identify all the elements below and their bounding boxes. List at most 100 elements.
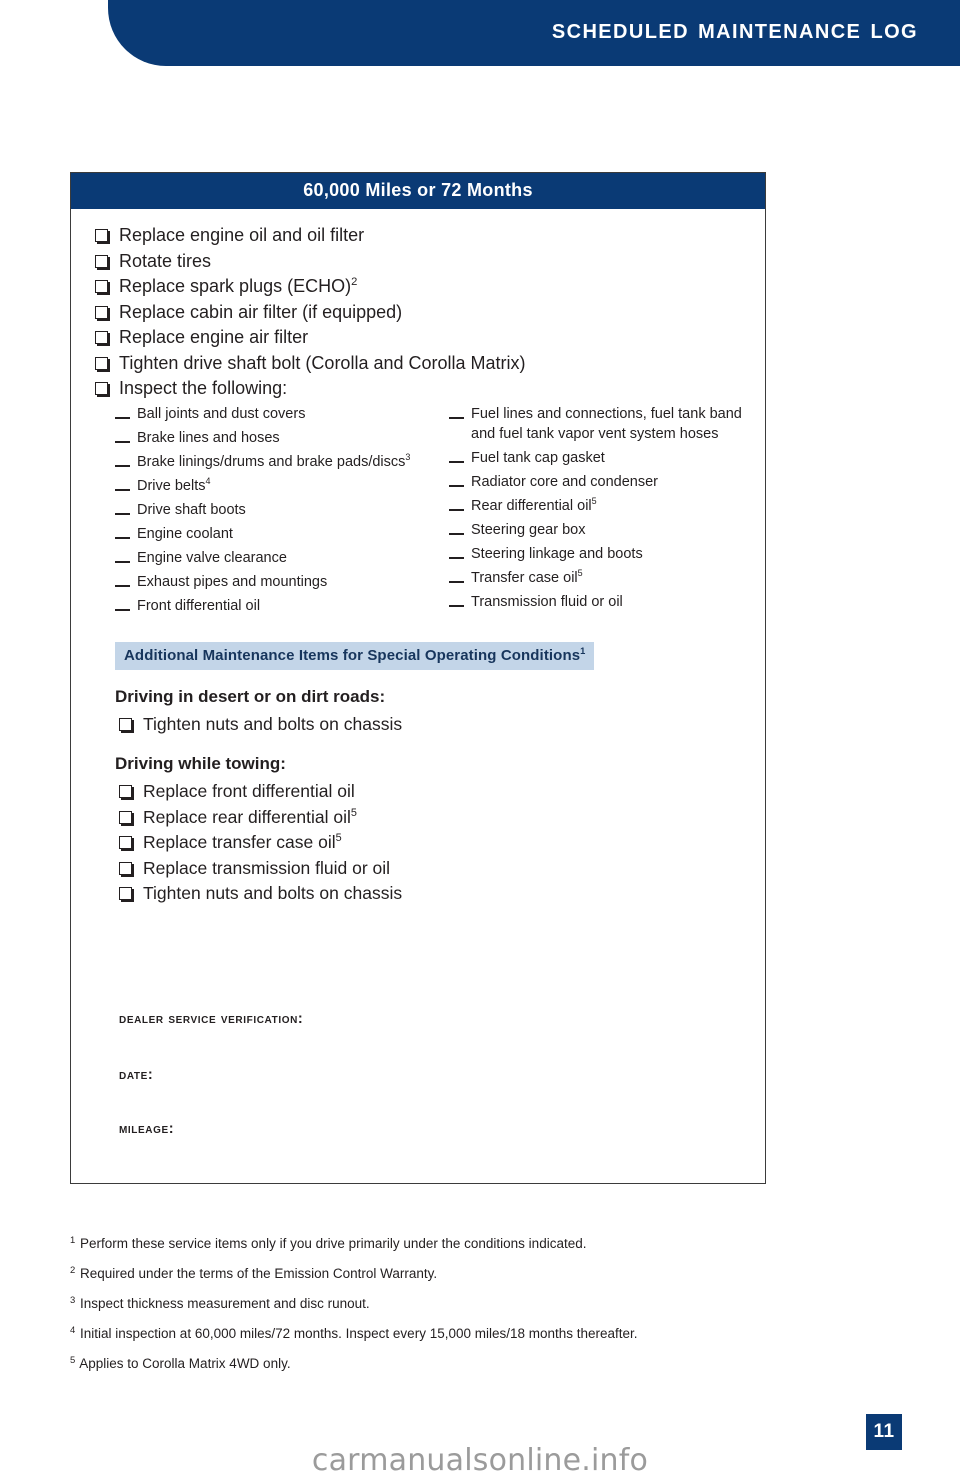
maintenance-item-label: Replace spark plugs (ECHO)	[119, 276, 352, 296]
checkbox-icon[interactable]	[95, 382, 108, 395]
footnote-ref: 3	[405, 452, 411, 463]
list-item[interactable]: Ball joints and dust covers	[115, 404, 431, 424]
blank-write-line[interactable]	[115, 465, 130, 467]
list-item[interactable]: Brake lines and hoses	[115, 428, 431, 448]
maintenance-box-body: Replace engine oil and oil filter Rotate …	[71, 209, 765, 906]
list-item[interactable]: Replace transmission fluid or oil	[117, 856, 747, 881]
inspect-item-label: Rear differential oil	[471, 498, 592, 514]
footnote-text: Perform these service items only if you …	[76, 1236, 587, 1251]
blank-write-line[interactable]	[115, 537, 130, 539]
checkbox-icon[interactable]	[95, 229, 108, 242]
footnote: 1 Perform these service items only if yo…	[70, 1235, 870, 1252]
list-item[interactable]: Inspect the following:	[93, 376, 747, 401]
blank-write-line[interactable]	[115, 561, 130, 563]
blank-write-line[interactable]	[115, 489, 130, 491]
maintenance-item-label: Replace engine air filter	[119, 327, 309, 347]
blank-write-line[interactable]	[115, 585, 130, 587]
checkbox-icon[interactable]	[119, 718, 132, 731]
maintenance-item-label: Rotate tires	[119, 250, 212, 271]
list-item[interactable]: Tighten nuts and bolts on chassis	[117, 881, 747, 906]
checkbox-icon[interactable]	[95, 305, 108, 319]
checkbox-icon[interactable]	[95, 254, 108, 268]
towing-checklist: Replace front differential oil Replace re…	[117, 779, 747, 906]
blank-write-line[interactable]	[449, 417, 464, 419]
maintenance-item-label: Tighten drive shaft bolt (Corolla and Co…	[119, 352, 526, 373]
list-item[interactable]: Engine coolant	[115, 524, 431, 544]
site-watermark: carmanualsonline.info	[311, 1443, 649, 1478]
maintenance-item-label: Replace engine oil and oil filter	[119, 225, 365, 245]
towing-item-label: Replace rear differential oil	[143, 806, 351, 827]
footnote-text: Initial inspection at 60,000 miles/72 mo…	[76, 1326, 638, 1341]
dealer-verification-block: Dealer Service Verification: Date: Milea…	[119, 1011, 303, 1137]
inspect-item-label: Steering gear box	[471, 522, 586, 538]
maintenance-item-label: Inspect the following:	[119, 378, 288, 398]
blank-write-line[interactable]	[449, 605, 464, 607]
checkbox-icon[interactable]	[95, 280, 108, 293]
list-item[interactable]: Steering linkage and boots	[449, 544, 747, 564]
list-item[interactable]: Tighten nuts and bolts on chassis	[117, 712, 747, 737]
footnote-text: Inspect thickness measurement and disc r…	[76, 1296, 370, 1311]
list-item[interactable]: Engine valve clearance	[115, 548, 431, 568]
page-header-banner: Scheduled Maintenance Log	[108, 0, 960, 66]
main-checklist: Replace engine oil and oil filter Rotate …	[93, 223, 747, 401]
blank-write-line[interactable]	[115, 441, 130, 443]
list-item[interactable]: Transfer case oil5	[449, 568, 747, 588]
list-item[interactable]: Replace engine air filter	[93, 325, 747, 350]
list-item[interactable]: Drive shaft boots	[115, 500, 431, 520]
blank-write-line[interactable]	[449, 557, 464, 559]
towing-item-label: Replace front differential oil	[143, 781, 355, 801]
list-item[interactable]: Fuel lines and connections, fuel tank ba…	[449, 404, 747, 444]
inspect-item-label: Steering linkage and boots	[471, 546, 643, 562]
list-item[interactable]: Replace spark plugs (ECHO)2	[93, 274, 747, 299]
footnote-ref: 5	[577, 568, 583, 579]
list-item[interactable]: Rear differential oil5	[449, 496, 747, 516]
blank-write-line[interactable]	[115, 513, 130, 515]
blank-write-line[interactable]	[449, 485, 464, 487]
checkbox-icon[interactable]	[119, 785, 132, 798]
inspect-column-left: Ball joints and dust covers Brake lines a…	[115, 404, 431, 620]
list-item[interactable]: Tighten drive shaft bolt (Corolla and Co…	[93, 351, 747, 376]
list-item[interactable]: Rotate tires	[93, 249, 747, 274]
footnote-number: 2	[70, 1264, 76, 1276]
list-item[interactable]: Exhaust pipes and mountings	[115, 572, 431, 592]
checkbox-icon[interactable]	[119, 810, 132, 824]
checkbox-icon[interactable]	[119, 861, 132, 875]
list-item[interactable]: Replace transfer case oil5	[117, 830, 747, 855]
checkbox-icon[interactable]	[119, 836, 132, 849]
blank-write-line[interactable]	[449, 509, 464, 511]
inspect-list-left: Ball joints and dust covers Brake lines a…	[115, 404, 431, 616]
footnote: 2 Required under the terms of the Emissi…	[70, 1264, 870, 1282]
towing-heading: Driving while towing:	[115, 754, 286, 773]
footnote-number: 4	[70, 1324, 76, 1336]
footnote: 4 Initial inspection at 60,000 miles/72 …	[70, 1324, 870, 1342]
list-item[interactable]: Transmission fluid or oil	[449, 592, 747, 612]
list-item[interactable]: Front differential oil	[115, 596, 431, 616]
blank-write-line[interactable]	[115, 417, 130, 419]
blank-write-line[interactable]	[115, 609, 130, 611]
list-item[interactable]: Fuel tank cap gasket	[449, 448, 747, 468]
checkbox-icon[interactable]	[95, 331, 108, 344]
list-item[interactable]: Replace engine oil and oil filter	[93, 223, 747, 248]
maintenance-log-box: 60,000 Miles or 72 Months Replace engine…	[70, 172, 766, 1184]
mileage-label: Mileage:	[119, 1121, 175, 1137]
list-item[interactable]: Replace rear differential oil5	[117, 805, 747, 830]
blank-write-line[interactable]	[449, 461, 464, 463]
list-item[interactable]: Drive belts4	[115, 476, 431, 496]
footnote-ref: 5	[335, 832, 342, 845]
list-item[interactable]: Brake linings/drums and brake pads/discs…	[115, 452, 431, 472]
inspect-item-label: Fuel tank cap gasket	[471, 450, 605, 466]
list-item[interactable]: Replace front differential oil	[117, 779, 747, 804]
list-item[interactable]: Steering gear box	[449, 520, 747, 540]
blank-write-line[interactable]	[449, 533, 464, 535]
inspect-item-label: Drive shaft boots	[137, 502, 246, 518]
page-title: Scheduled Maintenance Log	[551, 13, 918, 44]
inspect-list-right: Fuel lines and connections, fuel tank ba…	[449, 404, 747, 612]
blank-write-line[interactable]	[449, 581, 464, 583]
list-item[interactable]: Radiator core and condenser	[449, 472, 747, 492]
footnotes-section: 1 Perform these service items only if yo…	[70, 1235, 870, 1386]
footnote-ref: 4	[205, 476, 211, 487]
list-item[interactable]: Replace cabin air filter (if equipped)	[93, 300, 747, 325]
checkbox-icon[interactable]	[95, 356, 108, 370]
inspect-column-right: Fuel lines and connections, fuel tank ba…	[431, 404, 747, 620]
checkbox-icon[interactable]	[119, 887, 132, 900]
